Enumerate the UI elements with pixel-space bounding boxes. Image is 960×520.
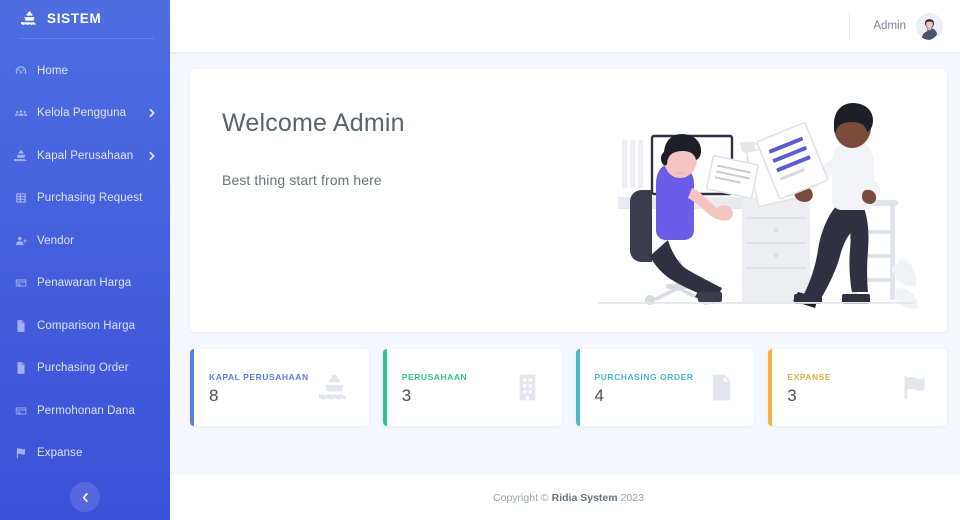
sidebar-item-label: Penawaran Harga <box>37 277 132 290</box>
topbar-divider <box>849 13 851 39</box>
sidebar-item-label: Home <box>37 64 69 77</box>
table-icon <box>13 191 28 206</box>
file-icon <box>13 318 28 333</box>
stat-card-purchasing-order[interactable]: PURCHASING ORDER 4 <box>575 349 755 426</box>
stat-body: PERUSAHAAN 3 <box>402 372 511 404</box>
building-icon <box>511 371 545 405</box>
ship-icon <box>20 10 38 27</box>
avatar[interactable] <box>916 12 943 40</box>
chevron-left-icon <box>81 492 90 503</box>
brand-label: SISTEM <box>47 11 102 27</box>
users-icon <box>13 106 28 121</box>
sidebar-item-comparison-harga[interactable]: Comparison Harga <box>0 305 170 348</box>
page-title: Welcome Admin <box>222 109 405 137</box>
sidebar-item-label: Kelola Pengguna <box>37 107 127 120</box>
content-area: Welcome Admin Best thing start from here <box>170 52 960 475</box>
sidebar-collapse-button[interactable] <box>70 482 100 513</box>
stat-label: KAPAL PERUSAHAAN <box>209 371 309 382</box>
sidebar-item-label: Purchasing Request <box>37 192 143 205</box>
footer: Copyright © Ridia System 2023 <box>170 475 960 520</box>
stat-label: PURCHASING ORDER <box>594 371 694 382</box>
sidebar-item-vendor[interactable]: Vendor <box>0 220 170 263</box>
chevron-right-icon <box>148 108 156 118</box>
stat-accent-bar <box>190 349 194 426</box>
sidebar-brand[interactable]: SISTEM <box>0 0 170 38</box>
stat-label: PERUSAHAAN <box>401 371 468 382</box>
sidebar-collapse-area <box>0 475 170 520</box>
stat-value: 4 <box>594 385 604 405</box>
stat-card-expanse[interactable]: EXPANSE 3 <box>768 349 947 426</box>
stat-accent-bar <box>768 349 773 426</box>
stat-value: 3 <box>787 385 797 405</box>
app-root: SISTEM Home Kelola Pengguna Kapal Perusa… <box>0 0 960 520</box>
welcome-subtitle: Best thing start from here <box>222 172 382 188</box>
dashboard-icon <box>13 63 28 78</box>
sidebar-nav: Home Kelola Pengguna Kapal Perusahaan Pu… <box>0 39 170 475</box>
sidebar-item-purchasing-request[interactable]: Purchasing Request <box>0 177 170 220</box>
stat-body: KAPAL PERUSAHAAN 8 <box>209 372 318 404</box>
sidebar-item-penawaran-harga[interactable]: Penawaran Harga <box>0 262 170 305</box>
stat-label: EXPANSE <box>787 371 832 382</box>
sidebar-item-label: Expanse <box>37 447 83 460</box>
sidebar-item-label: Purchasing Order <box>37 362 129 375</box>
sidebar-item-label: Vendor <box>37 234 75 247</box>
sidebar: SISTEM Home Kelola Pengguna Kapal Perusa… <box>0 0 170 520</box>
card-icon <box>13 403 28 418</box>
file-chart-icon <box>13 361 28 376</box>
welcome-card: Welcome Admin Best thing start from here <box>190 69 947 332</box>
stat-card-perusahaan[interactable]: PERUSAHAAN 3 <box>382 349 562 426</box>
topbar-user-name: Admin <box>873 20 906 32</box>
sidebar-item-permohonan-dana[interactable]: Permohonan Dana <box>0 390 170 433</box>
flag-icon <box>13 446 28 461</box>
stat-body: EXPANSE 3 <box>787 372 896 404</box>
document-chart-icon <box>703 371 737 405</box>
footer-brand: Ridia System <box>551 491 618 504</box>
user-add-icon <box>13 233 28 248</box>
sidebar-item-label: Comparison Harga <box>37 319 136 332</box>
sidebar-item-label: Kapal Perusahaan <box>37 149 134 162</box>
chevron-right-icon <box>148 151 156 161</box>
ship-icon <box>13 148 28 163</box>
stat-value: 3 <box>401 385 412 405</box>
footer-year: 2023 <box>620 491 644 504</box>
sidebar-item-label: Permohonan Dana <box>37 404 136 417</box>
stat-body: PURCHASING ORDER 4 <box>595 372 704 404</box>
office-teamwork-illustration <box>580 69 947 332</box>
sidebar-item-kelola-pengguna[interactable]: Kelola Pengguna <box>0 92 170 135</box>
topbar: Admin <box>170 0 960 52</box>
flag-icon <box>896 371 930 405</box>
sidebar-item-kapal-perusahaan[interactable]: Kapal Perusahaan <box>0 135 170 178</box>
sidebar-item-home[interactable]: Home <box>0 50 170 93</box>
sidebar-item-purchasing-order[interactable]: Purchasing Order <box>0 347 170 390</box>
card-icon <box>13 276 28 291</box>
footer-prefix: Copyright © <box>493 491 549 504</box>
stat-accent-bar <box>575 349 580 426</box>
stat-value: 8 <box>209 385 219 405</box>
main-area: Admin Welcome Admin Best thing start fro… <box>170 0 960 520</box>
ship-icon <box>318 371 352 405</box>
stat-card-kapal-perusahaan[interactable]: KAPAL PERUSAHAAN 8 <box>190 349 369 426</box>
stats-row: KAPAL PERUSAHAAN 8 PERUSAHAAN 3 PURCHASI… <box>190 349 947 426</box>
welcome-text-block: Welcome Admin Best thing start from here <box>190 69 580 332</box>
stat-accent-bar <box>382 349 387 426</box>
sidebar-item-expanse[interactable]: Expanse <box>0 432 170 475</box>
